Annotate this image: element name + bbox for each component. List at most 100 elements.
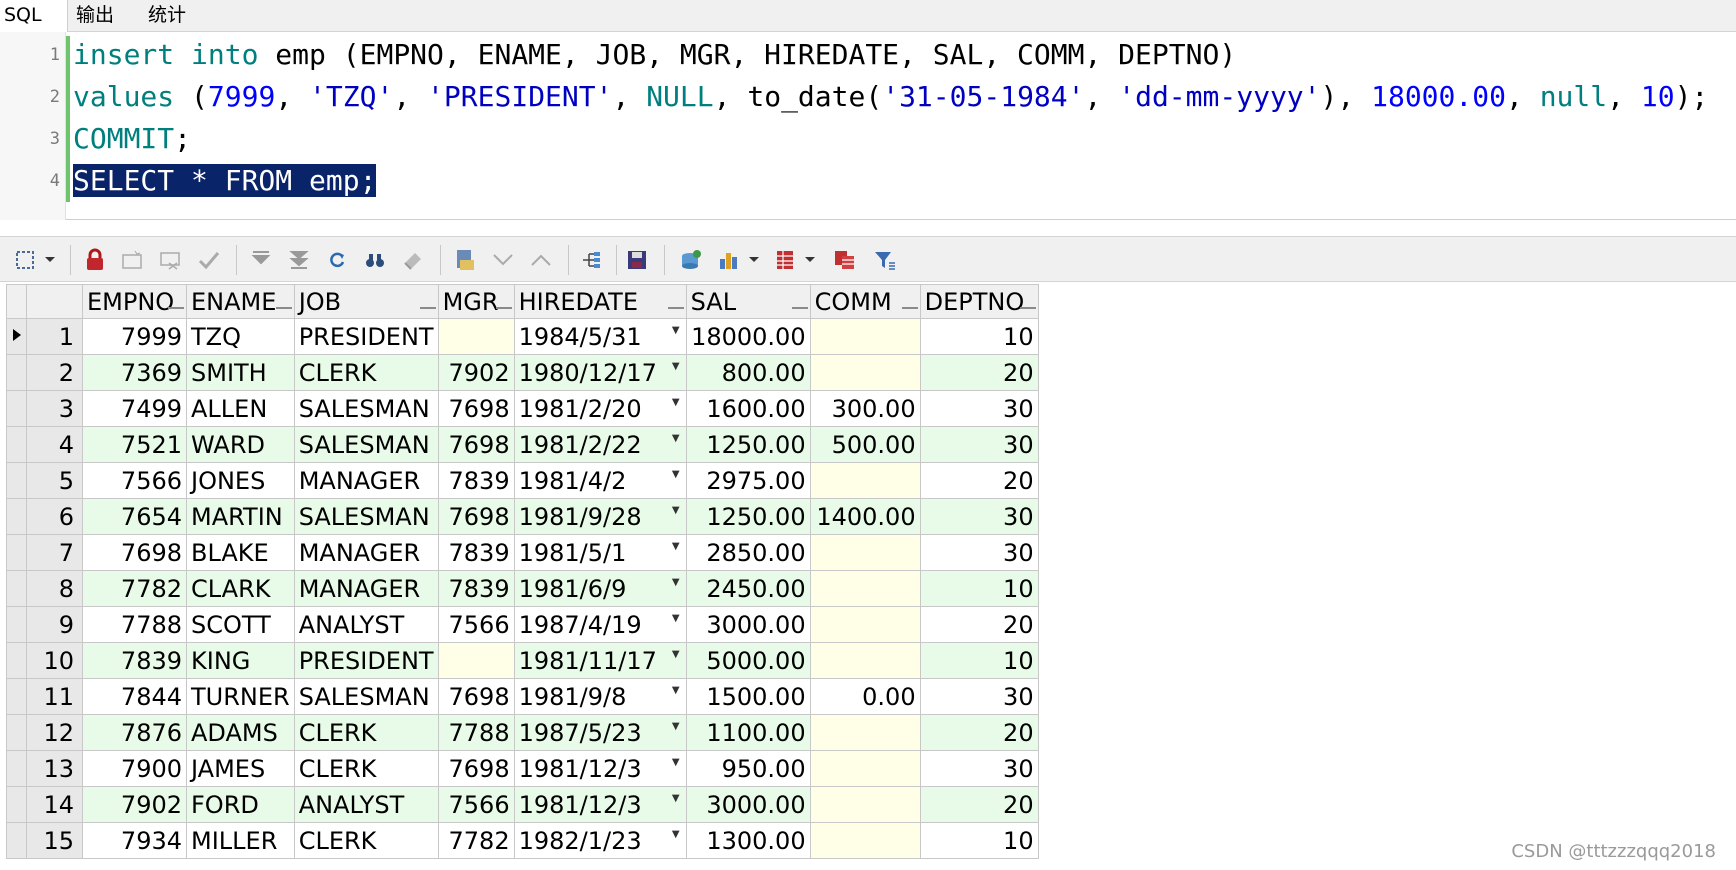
cell-comm[interactable]: 0.00 xyxy=(809,678,921,715)
cell-comm[interactable] xyxy=(809,714,921,751)
row-number[interactable]: 6 xyxy=(26,498,83,535)
cell-deptno[interactable]: 20 xyxy=(919,786,1039,823)
cell-sal[interactable]: 950.00 xyxy=(685,750,811,787)
row-indicator[interactable] xyxy=(6,354,27,391)
cell-ename[interactable]: WARD xyxy=(186,426,295,463)
column-header-ename[interactable]: ENAME xyxy=(186,284,295,319)
cell-deptno[interactable]: 10 xyxy=(919,822,1039,859)
row-number[interactable]: 5 xyxy=(26,462,83,499)
row-number[interactable]: 10 xyxy=(26,642,83,679)
cell-comm[interactable] xyxy=(809,642,921,679)
sort-icon[interactable] xyxy=(495,307,512,309)
row-indicator[interactable] xyxy=(6,462,27,499)
cell-sal[interactable]: 2975.00 xyxy=(685,462,811,499)
cell-sal[interactable]: 1250.00 xyxy=(685,426,811,463)
row-indicator[interactable] xyxy=(6,318,27,355)
sort-icon[interactable] xyxy=(419,307,436,309)
cell-hiredate[interactable]: 1981/6/9 ▼ xyxy=(513,570,687,607)
cell-deptno[interactable]: 30 xyxy=(919,750,1039,787)
cell-mgr[interactable]: 7839 xyxy=(437,534,515,571)
column-header-empno[interactable]: EMPNO xyxy=(82,284,187,319)
row-number[interactable]: 8 xyxy=(26,570,83,607)
cell-mgr[interactable]: 7902 xyxy=(437,354,515,391)
table-row[interactable]: 11 7844 TURNER SALESMAN 7698 1981/9/8 ▼ 1500.00… xyxy=(6,678,1039,715)
cell-comm[interactable]: 500.00 xyxy=(809,426,921,463)
cell-deptno[interactable]: 10 xyxy=(919,318,1039,355)
tab-statistics[interactable]: 统计 xyxy=(148,0,218,32)
clear-icon[interactable] xyxy=(398,237,428,283)
results-grid[interactable]: EMPNO ENAME JOB MGR HIREDATE SAL COMM DE… xyxy=(6,284,1039,859)
cell-hiredate[interactable]: 1980/12/17 ▼ xyxy=(513,354,687,391)
row-number[interactable]: 4 xyxy=(26,426,83,463)
cell-sal[interactable]: 1300.00 xyxy=(685,822,811,859)
table-row[interactable]: 14 7902 FORD ANALYST 7566 1981/12/3 ▼ 3000.00 20 xyxy=(6,786,1039,823)
date-picker-icon[interactable]: ▼ xyxy=(672,577,680,588)
row-number[interactable]: 12 xyxy=(26,714,83,751)
fetch-next-icon[interactable] xyxy=(246,237,276,283)
cell-ename[interactable]: CLARK xyxy=(186,570,295,607)
chart-icon[interactable] xyxy=(714,237,744,283)
tab-sql[interactable]: SQL xyxy=(0,0,68,33)
date-picker-icon[interactable]: ▼ xyxy=(672,793,680,804)
cell-hiredate[interactable]: 1981/2/20 ▼ xyxy=(513,390,687,427)
row-indicator[interactable] xyxy=(6,426,27,463)
cell-comm[interactable] xyxy=(809,750,921,787)
cell-job[interactable]: CLERK xyxy=(293,750,439,787)
sort-icon[interactable] xyxy=(275,307,292,309)
cell-deptno[interactable]: 30 xyxy=(919,678,1039,715)
date-picker-icon[interactable]: ▼ xyxy=(672,757,680,768)
row-indicator[interactable] xyxy=(6,570,27,607)
cell-comm[interactable] xyxy=(809,786,921,823)
row-number[interactable]: 3 xyxy=(26,390,83,427)
cell-mgr[interactable] xyxy=(437,318,515,355)
cell-deptno[interactable]: 10 xyxy=(919,642,1039,679)
cell-hiredate[interactable]: 1987/4/19 ▼ xyxy=(513,606,687,643)
date-picker-icon[interactable]: ▼ xyxy=(672,433,680,444)
date-picker-icon[interactable]: ▼ xyxy=(672,721,680,732)
cell-comm[interactable] xyxy=(809,462,921,499)
cell-job[interactable]: SALESMAN xyxy=(293,426,439,463)
column-header-hiredate[interactable]: HIREDATE xyxy=(513,284,687,319)
row-number[interactable]: 11 xyxy=(26,678,83,715)
cell-sal[interactable]: 1600.00 xyxy=(685,390,811,427)
save-icon[interactable] xyxy=(622,237,652,283)
cell-empno[interactable]: 7839 xyxy=(82,642,187,679)
cell-job[interactable]: MANAGER xyxy=(293,462,439,499)
table-row[interactable]: 15 7934 MILLER CLERK 7782 1982/1/23 ▼ 1300.00 10 xyxy=(6,822,1039,859)
cell-deptno[interactable]: 20 xyxy=(919,462,1039,499)
row-number[interactable]: 14 xyxy=(26,786,83,823)
cell-empno[interactable]: 7782 xyxy=(82,570,187,607)
insert-record-icon[interactable] xyxy=(118,237,148,283)
tab-output[interactable]: 输出 xyxy=(76,0,142,32)
cell-empno[interactable]: 7521 xyxy=(82,426,187,463)
cell-sal[interactable]: 2850.00 xyxy=(685,534,811,571)
cell-sal[interactable]: 3000.00 xyxy=(685,786,811,823)
cell-ename[interactable]: JONES xyxy=(186,462,295,499)
table-row[interactable]: 10 7839 KING PRESIDENT 1981/11/17 ▼ 5000.00 10 xyxy=(6,642,1039,679)
cell-empno[interactable]: 7934 xyxy=(82,822,187,859)
cell-ename[interactable]: ALLEN xyxy=(186,390,295,427)
cell-ename[interactable]: ADAMS xyxy=(186,714,295,751)
column-header-deptno[interactable]: DEPTNO xyxy=(919,284,1039,319)
cell-empno[interactable]: 7844 xyxy=(82,678,187,715)
cell-ename[interactable]: SCOTT xyxy=(186,606,295,643)
date-picker-icon[interactable]: ▼ xyxy=(672,649,680,660)
cell-mgr[interactable]: 7698 xyxy=(437,678,515,715)
cell-hiredate[interactable]: 1981/12/3 ▼ xyxy=(513,750,687,787)
cell-empno[interactable]: 7499 xyxy=(82,390,187,427)
cell-sal[interactable]: 1250.00 xyxy=(685,498,811,535)
date-picker-icon[interactable]: ▼ xyxy=(672,469,680,480)
cell-hiredate[interactable]: 1981/11/17 ▼ xyxy=(513,642,687,679)
dropdown-icon[interactable] xyxy=(42,237,58,283)
cell-deptno[interactable]: 10 xyxy=(919,570,1039,607)
cell-job[interactable]: SALESMAN xyxy=(293,498,439,535)
cell-job[interactable]: PRESIDENT xyxy=(293,318,439,355)
row-number[interactable]: 13 xyxy=(26,750,83,787)
cell-mgr[interactable]: 7839 xyxy=(437,570,515,607)
record-view-icon[interactable] xyxy=(830,237,860,283)
query-by-example-icon[interactable] xyxy=(450,237,480,283)
cell-empno[interactable]: 7788 xyxy=(82,606,187,643)
previous-query-icon[interactable] xyxy=(488,237,518,283)
date-picker-icon[interactable]: ▼ xyxy=(672,685,680,696)
cell-mgr[interactable]: 7566 xyxy=(437,786,515,823)
